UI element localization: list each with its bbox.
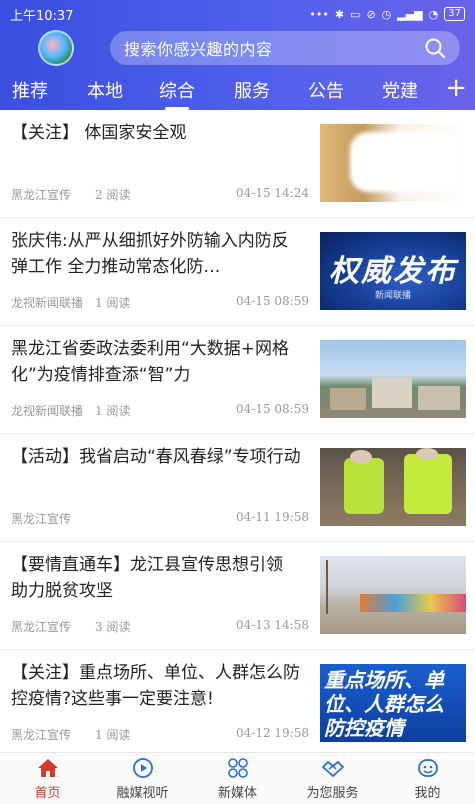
- tab-party-building[interactable]: 党建: [382, 77, 418, 103]
- article-time: 04-13 14:58: [236, 618, 309, 632]
- tabbar-label: 首页: [34, 785, 61, 801]
- article-source: 龙视新闻联播: [11, 296, 84, 310]
- tabbar-label: 我的: [414, 785, 441, 801]
- article-time: 04-11 19:58: [236, 510, 309, 524]
- list-item[interactable]: 黑龙江省委政法委利用“大数据+网格化”为疫情排查添“智”力 龙视新闻联播 1 阅…: [0, 326, 475, 434]
- article-meta: 黑龙江宣传 04-11 19:58: [11, 510, 311, 528]
- article-meta: 龙视新闻联播 1 阅读 04-15 08:59: [11, 402, 311, 420]
- category-tabs: 推荐 本地 综合 服务 公告 党建 +: [0, 72, 475, 110]
- app-logo[interactable]: [38, 30, 74, 66]
- article-time: 04-15 08:59: [236, 294, 309, 308]
- article-source: 黑龙江宣传: [11, 620, 72, 634]
- article-source: 黑龙江宣传: [11, 512, 72, 526]
- tabbar-new-media[interactable]: 新媒体: [190, 753, 285, 804]
- list-item[interactable]: 【关注】重点场所、单位、人群怎么防控疫情?这些事一定要注意! 黑龙江宣传 1 阅…: [0, 650, 475, 752]
- thumbnail-subcaption: 新闻联播: [374, 291, 411, 301]
- article-time: 04-12 19:58: [236, 726, 309, 740]
- handshake-icon: [321, 760, 344, 777]
- article-title[interactable]: 张庆伟:从严从细抓好外防输入内防反弹工作 全力推动常态化防…: [11, 228, 301, 280]
- wifi-icon: ◔: [428, 7, 439, 21]
- article-thumbnail[interactable]: [320, 448, 466, 526]
- tabbar-profile[interactable]: 我的: [380, 753, 475, 804]
- article-thumbnail[interactable]: [320, 340, 466, 418]
- article-source: 黑龙江宣传: [11, 728, 72, 742]
- tabbar-label: 为您服务: [306, 785, 359, 801]
- tab-general[interactable]: 综合: [159, 77, 195, 110]
- status-icons: ••• ✱ ▭ ⊘ ◷ ▂▄▆ ◔ 37: [309, 7, 465, 21]
- list-item[interactable]: 【要情直通车】龙江县宣传思想引领 助力脱贫攻坚 黑龙江宣传 3 阅读 04-13…: [0, 542, 475, 650]
- home-icon: [37, 758, 58, 777]
- grid-icon: [227, 757, 248, 778]
- article-reads: 1 阅读: [95, 728, 131, 742]
- tabbar-service[interactable]: 为您服务: [285, 753, 380, 804]
- article-time: 04-15 08:59: [236, 402, 309, 416]
- article-reads: 1 阅读: [95, 404, 131, 418]
- status-time: 上午10:37: [10, 8, 74, 24]
- list-item[interactable]: 【活动】我省启动“春风春绿”专项行动 黑龙江宣传 04-11 19:58: [0, 434, 475, 542]
- search-input[interactable]: 搜索你感兴趣的内容: [124, 36, 424, 60]
- list-item[interactable]: 张庆伟:从严从细抓好外防输入内防反弹工作 全力推动常态化防… 龙视新闻联播 1 …: [0, 218, 475, 326]
- bluetooth-icon: ✱: [334, 7, 345, 21]
- mute-icon: ⊘: [366, 7, 376, 21]
- thumbnail-caption: 重点场所、单位、人群怎么防控疫情: [324, 668, 444, 740]
- article-time: 04-15 14:24: [236, 186, 309, 200]
- alarm-icon: ◷: [381, 7, 392, 21]
- article-source: 龙视新闻联播: [11, 404, 84, 418]
- battery-icon: 37: [444, 7, 465, 21]
- article-title[interactable]: 【关注】 体国家安全观: [11, 120, 301, 146]
- tabbar-home[interactable]: 首页: [0, 753, 95, 804]
- tab-local[interactable]: 本地: [87, 77, 123, 103]
- search-bar[interactable]: 搜索你感兴趣的内容: [110, 31, 460, 65]
- dots-icon: •••: [309, 7, 329, 21]
- signal-icon: ▂▄▆: [397, 7, 423, 21]
- search-icon[interactable]: [424, 37, 446, 59]
- article-reads: 2 阅读: [95, 188, 131, 202]
- article-meta: 黑龙江宣传 1 阅读 04-12 19:58: [11, 726, 311, 744]
- article-thumbnail[interactable]: 重点场所、单位、人群怎么防控疫情: [320, 664, 466, 742]
- add-tab-icon[interactable]: +: [445, 74, 467, 102]
- article-title[interactable]: 黑龙江省委政法委利用“大数据+网格化”为疫情排查添“智”力: [11, 336, 301, 388]
- tabbar-media[interactable]: 融媒视听: [95, 753, 190, 804]
- article-reads: 1 阅读: [95, 296, 131, 310]
- article-meta: 黑龙江宣传 3 阅读 04-13 14:58: [11, 618, 311, 636]
- article-list: 【关注】 体国家安全观 黑龙江宣传 2 阅读 04-15 14:24 张庆伟:从…: [0, 110, 475, 752]
- tabbar-label: 融媒视听: [116, 785, 169, 801]
- thumbnail-caption: 权威发布: [329, 254, 457, 289]
- profile-icon: [417, 758, 438, 777]
- vibrate-icon: ▭: [350, 7, 361, 21]
- article-title[interactable]: 【要情直通车】龙江县宣传思想引领 助力脱贫攻坚: [11, 552, 301, 604]
- app-header: 上午10:37 ••• ✱ ▭ ⊘ ◷ ▂▄▆ ◔ 37 搜索你感兴趣的内容 推…: [0, 0, 475, 110]
- tabbar-label: 新媒体: [217, 785, 257, 801]
- tab-recommend[interactable]: 推荐: [12, 77, 48, 103]
- tab-service[interactable]: 服务: [234, 77, 270, 103]
- bottom-tab-bar: 首页 融媒视听 新媒体 为您服务 我的: [0, 752, 475, 804]
- article-meta: 黑龙江宣传 2 阅读 04-15 14:24: [11, 186, 311, 204]
- article-title[interactable]: 【活动】我省启动“春风春绿”专项行动: [11, 444, 301, 470]
- article-reads: 3 阅读: [95, 620, 131, 634]
- tab-announcement[interactable]: 公告: [308, 77, 344, 103]
- article-thumbnail[interactable]: 权威发布 新闻联播: [320, 232, 466, 310]
- list-item[interactable]: 【关注】 体国家安全观 黑龙江宣传 2 阅读 04-15 14:24: [0, 110, 475, 218]
- play-circle-icon: [132, 757, 153, 778]
- status-bar: 上午10:37 ••• ✱ ▭ ⊘ ◷ ▂▄▆ ◔ 37: [0, 0, 475, 28]
- article-meta: 龙视新闻联播 1 阅读 04-15 08:59: [11, 294, 311, 312]
- article-thumbnail[interactable]: [320, 556, 466, 634]
- article-thumbnail[interactable]: [320, 124, 466, 202]
- article-title[interactable]: 【关注】重点场所、单位、人群怎么防控疫情?这些事一定要注意!: [11, 660, 301, 712]
- article-source: 黑龙江宣传: [11, 188, 72, 202]
